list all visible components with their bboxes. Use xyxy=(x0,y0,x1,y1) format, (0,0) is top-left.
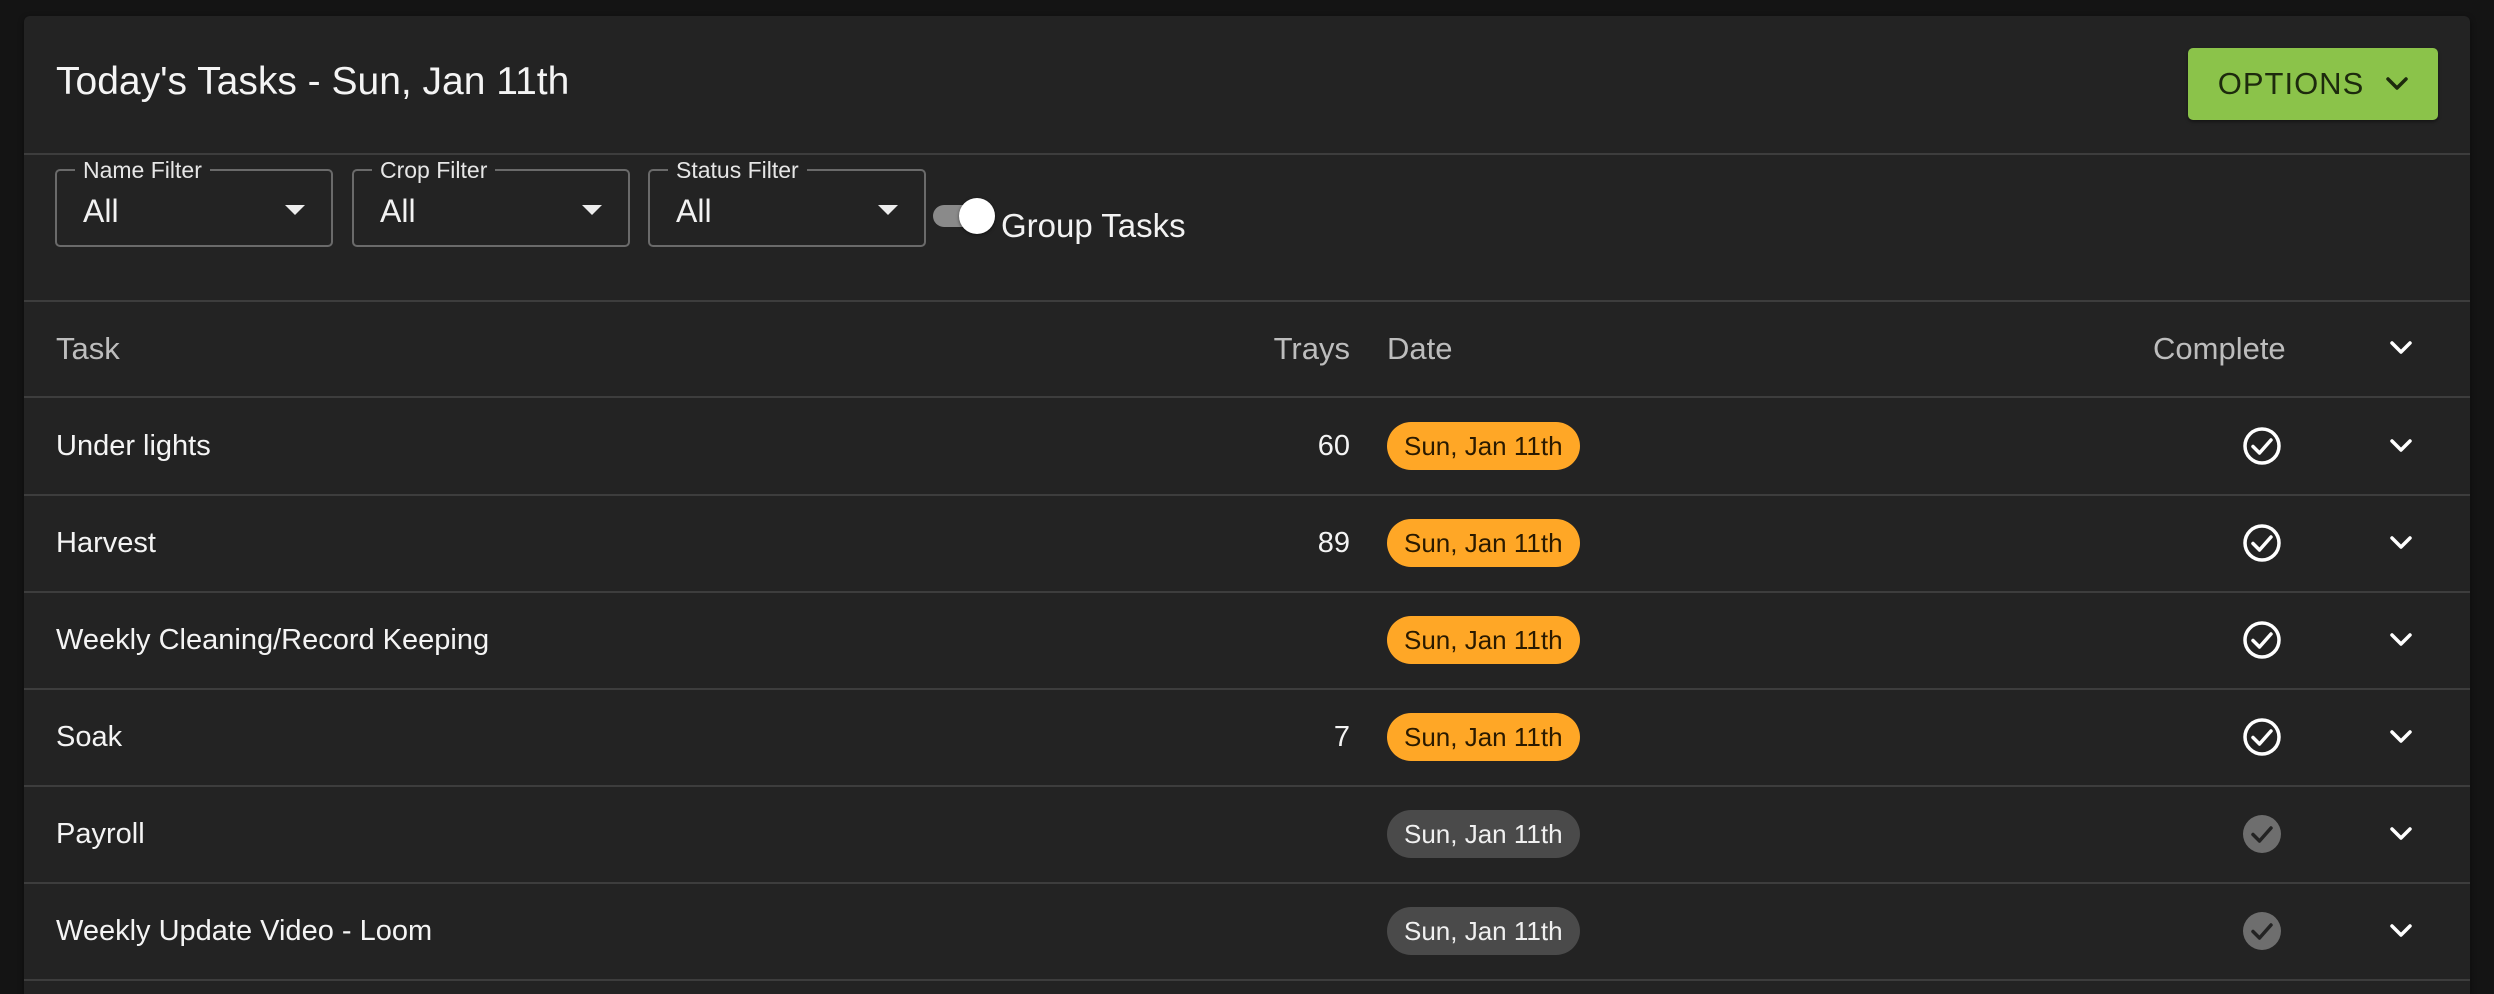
check-circle-outline-icon[interactable] xyxy=(2241,522,2283,564)
status-filter-value: All xyxy=(676,193,712,229)
table-row[interactable]: Payroll Sun, Jan 11th xyxy=(24,786,2470,884)
table-row[interactable]: Harvest 89 Sun, Jan 11th xyxy=(24,495,2470,593)
check-circle-outline-icon[interactable] xyxy=(2241,716,2283,758)
status-filter-select[interactable]: Status Filter All xyxy=(648,157,926,247)
table-row[interactable]: Soak 7 Sun, Jan 11th xyxy=(24,689,2470,787)
caret-down-icon xyxy=(285,205,305,215)
date-chip: Sun, Jan 11th xyxy=(1387,713,1580,761)
chevron-down-icon[interactable] xyxy=(2386,916,2416,946)
column-header-trays[interactable]: Trays xyxy=(1274,331,1350,367)
date-chip: Sun, Jan 11th xyxy=(1387,810,1580,858)
chevron-down-icon[interactable] xyxy=(2386,431,2416,461)
column-header-task[interactable]: Task xyxy=(56,331,120,367)
trays-count: 7 xyxy=(1333,721,1350,753)
caret-down-icon xyxy=(878,205,898,215)
name-filter-label: Name Filter xyxy=(75,157,210,184)
expand-all-chevron-icon[interactable] xyxy=(2386,333,2416,363)
table-row[interactable]: Weekly Cleaning/Record Keeping Sun, Jan 1… xyxy=(24,592,2470,690)
chevron-down-icon[interactable] xyxy=(2386,625,2416,655)
toggle-thumb xyxy=(959,198,995,234)
chevron-down-icon xyxy=(2386,77,2408,91)
status-filter-label: Status Filter xyxy=(668,157,807,184)
check-circle-outline-icon[interactable] xyxy=(2241,425,2283,467)
card-header: Today's Tasks - Sun, Jan 11th OPTIONS xyxy=(24,16,2470,155)
task-name: Weekly Cleaning/Record Keeping xyxy=(56,624,490,656)
table-row[interactable]: Under lights 60 Sun, Jan 11th xyxy=(24,398,2470,496)
name-filter-select[interactable]: Name Filter All xyxy=(55,157,333,247)
check-circle-outline-icon[interactable] xyxy=(2241,619,2283,661)
crop-filter-label: Crop Filter xyxy=(372,157,496,184)
caret-down-icon xyxy=(582,205,602,215)
options-button[interactable]: OPTIONS xyxy=(2188,48,2438,120)
column-header-complete[interactable]: Complete xyxy=(2153,331,2286,367)
column-header-date[interactable]: Date xyxy=(1387,331,1452,367)
task-name: Weekly Update Video - Loom xyxy=(56,915,433,947)
date-chip: Sun, Jan 11th xyxy=(1387,519,1580,567)
task-name: Harvest xyxy=(56,527,156,559)
task-name: Soak xyxy=(56,721,123,753)
trays-count: 89 xyxy=(1317,527,1350,559)
table-header-row: Task Trays Date Complete xyxy=(24,300,2470,398)
check-circle-filled-icon[interactable] xyxy=(2241,910,2283,952)
name-filter-value: All xyxy=(83,193,119,229)
date-chip: Sun, Jan 11th xyxy=(1387,422,1580,470)
trays-count: 60 xyxy=(1317,430,1350,462)
page-title: Today's Tasks - Sun, Jan 11th xyxy=(56,60,570,103)
chevron-down-icon[interactable] xyxy=(2386,819,2416,849)
chevron-down-icon[interactable] xyxy=(2386,722,2416,752)
task-name: Under lights xyxy=(56,430,211,462)
table-row[interactable]: Weekly Update Video - Loom Sun, Jan 11th xyxy=(24,883,2470,981)
check-circle-filled-icon[interactable] xyxy=(2241,813,2283,855)
options-button-label: OPTIONS xyxy=(2217,66,2365,101)
task-name: Payroll xyxy=(56,818,145,850)
crop-filter-value: All xyxy=(380,193,416,229)
date-chip: Sun, Jan 11th xyxy=(1387,907,1580,955)
chevron-down-icon[interactable] xyxy=(2386,528,2416,558)
group-tasks-label: Group Tasks xyxy=(1001,207,1186,244)
crop-filter-select[interactable]: Crop Filter All xyxy=(352,157,630,247)
date-chip: Sun, Jan 11th xyxy=(1387,616,1580,664)
